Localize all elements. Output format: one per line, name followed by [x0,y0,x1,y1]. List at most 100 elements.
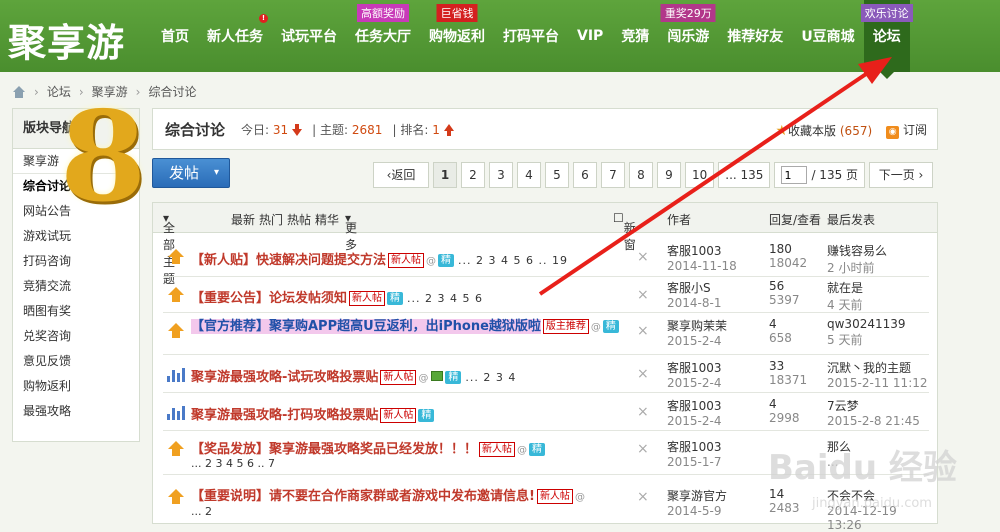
filter-all-topics[interactable]: 全部主题 ▾ [163,211,175,286]
step-number-overlay: 8 [60,85,147,230]
thread-title[interactable]: 【奖品发放】聚享游最强攻略奖品已经发放！！！ 新人帖 @ 精 [191,438,546,457]
page-link-current[interactable]: 1 [433,162,457,188]
back-button[interactable]: ‹返回 [373,162,429,188]
new-post-button[interactable]: 发帖 [152,158,230,188]
thread-last-post[interactable]: 7云梦 2015-2-8 21:45 [827,397,920,428]
next-page-button[interactable]: 下一页 › [869,162,934,188]
thread-last-post[interactable]: 就在是 4 天前 [827,279,863,313]
close-icon[interactable]: × [637,441,649,457]
close-icon[interactable]: × [637,404,649,420]
pinned-icon [167,323,185,339]
nav-u-bean-mall[interactable]: U豆商城 [792,0,863,72]
nav-invite-friends[interactable]: 推荐好友 [718,0,792,72]
close-icon[interactable]: × [637,323,649,339]
thread-author[interactable]: 客服小S 2014-8-1 [667,279,721,310]
home-icon[interactable] [12,85,26,98]
thread-title[interactable]: 【重要公告】论坛发帖须知 新人帖精... 2 3 4 5 6 [191,287,483,306]
attachment-icon: @ [590,322,601,333]
thread-author[interactable]: 聚享游官方 2014-5-9 [667,487,727,518]
nav-task-hall[interactable]: 高额奖励 任务大厅 [346,0,420,72]
page-link[interactable]: 10 [685,162,715,188]
thread-pages[interactable]: ... 2 3 4 5 6 [407,292,483,305]
close-icon[interactable]: × [637,366,649,382]
sidebar-item[interactable]: 最强攻略 [13,399,139,424]
nav-adventure[interactable]: 重奖29万 闯乐游 [658,0,718,72]
new-user-tag: 新人帖 [536,489,573,504]
page-link[interactable]: 2 [461,162,485,188]
alert-dot-icon: ! [259,14,268,23]
filter-hot-posts[interactable]: 热帖 [287,211,311,228]
thread-title[interactable]: 【新人贴】快速解决问题提交方法 新人帖 @ 精... 2 3 4 5 6 .. 19 [191,249,568,268]
baidu-watermark-url: jingyan.baidu.com [812,496,932,511]
col-last-post[interactable]: 最后发表 [827,211,875,228]
nav-newbie-tasks[interactable]: 新人任务! [198,0,272,72]
thread-last-post[interactable]: qw30241139 5 天前 [827,317,906,348]
thread-title[interactable]: 聚享游最强攻略-试玩攻略投票贴 新人帖 @ 精... 2 3 4 [191,366,516,385]
new-window-checkbox[interactable]: ☐ 新窗 [613,211,636,252]
table-row: 【重要公告】论坛发帖须知 新人帖精... 2 3 4 5 6 × 客服小S 2014… [163,277,929,313]
thread-author[interactable]: 客服1003 2015-2-4 [667,397,722,428]
close-icon[interactable]: × [637,489,649,505]
page-link[interactable]: 9 [657,162,681,188]
thread-last-post[interactable]: 沉默丶我的主题 2015-2-11 11:12 [827,359,928,390]
filter-latest[interactable]: 最新 [231,211,255,228]
featured-tag: 精 [438,254,455,267]
thread-author[interactable]: 客服1003 2015-2-4 [667,359,722,390]
nav-captcha-platform[interactable]: 打码平台 [494,0,568,72]
thread-title[interactable]: 聚享游最强攻略-打码攻略投票贴 新人帖精 [191,404,435,423]
table-row: 【新人贴】快速解决问题提交方法 新人帖 @ 精... 2 3 4 5 6 .. 19 … [163,239,929,277]
sidebar-item[interactable]: 兑奖咨询 [13,324,139,349]
thread-author[interactable]: 客服1003 2014-11-18 [667,242,737,273]
page-link[interactable]: 8 [629,162,653,188]
sidebar-item[interactable]: 意见反馈 [13,349,139,374]
sidebar-item[interactable]: 打码咨询 [13,249,139,274]
today-stat: 今日: 31 [241,121,303,138]
thread-counts: 56 5397 [769,279,800,307]
featured-tag: 精 [445,371,462,384]
thread-pages[interactable]: ... 2 3 4 5 6 .. 7 [191,457,275,470]
nav-trial-platform[interactable]: 试玩平台 [272,0,346,72]
thread-pages[interactable]: ... 2 [191,505,212,518]
sidebar-item[interactable]: 竞猜交流 [13,274,139,299]
sidebar-item[interactable]: 购物返利 [13,374,139,399]
sidebar-item[interactable]: 晒图有奖 [13,299,139,324]
table-row: 聚享游最强攻略-试玩攻略投票贴 新人帖 @ 精... 2 3 4 × 客服1003 20… [163,355,929,393]
featured-tag: 精 [387,292,404,305]
page-link[interactable]: 5 [545,162,569,188]
thread-pages[interactable]: ... 2 3 4 5 6 .. 19 [458,254,568,267]
nav-home[interactable]: 首页 [152,0,198,72]
breadcrumb-current[interactable]: 综合讨论 [148,83,196,100]
attachment-icon: @ [517,445,528,456]
filter-featured[interactable]: 精华 [315,211,339,228]
thread-title[interactable]: 【官方推荐】聚享购APP超高U豆返利，出iPhone越狱版啦 版主推荐 @ 精 [191,318,631,336]
image-icon [431,371,444,381]
page-link[interactable]: 7 [601,162,625,188]
nav-forum[interactable]: 欢乐讨论 论坛 [860,0,913,79]
page-link[interactable]: 4 [517,162,541,188]
thread-last-post[interactable]: 赚钱容易么 2 小时前 [827,242,887,276]
filter-more[interactable]: 更多 ▾ [345,211,357,252]
nav-vip[interactable]: VIP [568,0,612,72]
filter-hot[interactable]: 热门 [259,211,283,228]
page-link[interactable]: 3 [489,162,513,188]
close-icon[interactable]: × [637,287,649,303]
nav-quiz[interactable]: 竞猜 [612,0,658,72]
col-replies-views[interactable]: 回复/查看 [769,211,821,228]
thread-author[interactable]: 聚享购茉茉 2015-2-4 [667,317,727,348]
close-icon[interactable]: × [637,249,649,265]
thread-pages[interactable]: ... 2 3 4 [465,371,516,384]
arrow-up-icon [443,123,454,136]
site-logo[interactable]: 聚享游 [8,12,125,67]
thread-title[interactable]: 【重要说明】请不要在合作商家群或者游戏中发布邀请信息! 新人帖 @ [191,485,585,504]
thread-author[interactable]: 客服1003 2015-1-7 [667,438,722,469]
page-link[interactable]: 6 [573,162,597,188]
nav-shopping-rebate[interactable]: 巨省钱 购物返利 [420,0,494,72]
thread-counts: 180 18042 [769,242,808,270]
rss-link[interactable]: ◉ 订阅 [886,121,927,139]
poll-icon [167,404,185,420]
page-jump-input[interactable] [781,166,808,184]
page-link-last[interactable]: ... 135 [718,162,771,188]
moderator-recommend-tag: 版主推荐 [542,319,589,334]
thread-counts: 33 18371 [769,359,808,387]
favorite-board-link[interactable]: ★收藏本版 (657) [775,122,872,139]
